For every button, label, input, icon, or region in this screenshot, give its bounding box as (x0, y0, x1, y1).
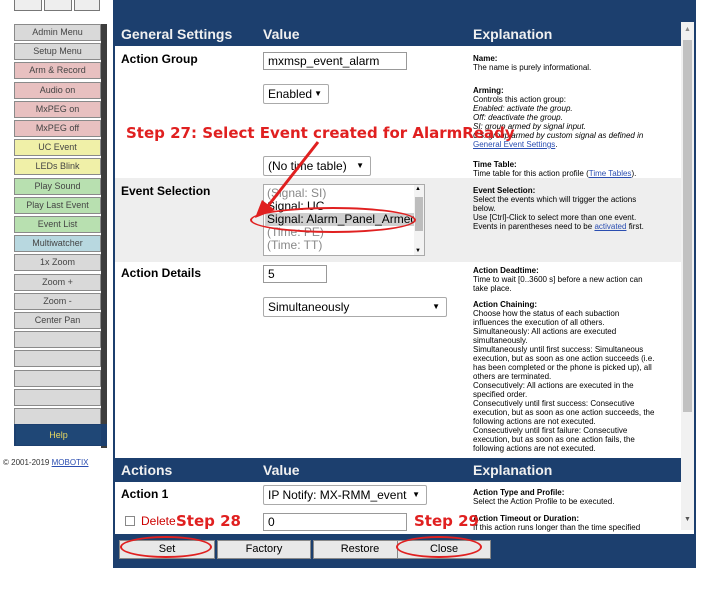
annotation-overlay (255, 141, 320, 218)
highlight-ring-event (250, 207, 416, 233)
annotation-arrow-line (266, 141, 320, 207)
highlight-ring-set (120, 536, 212, 558)
highlight-ring-close (396, 536, 482, 558)
step-29-annotation: Step 29 (414, 512, 479, 530)
step-28-annotation: Step 28 (176, 512, 241, 530)
